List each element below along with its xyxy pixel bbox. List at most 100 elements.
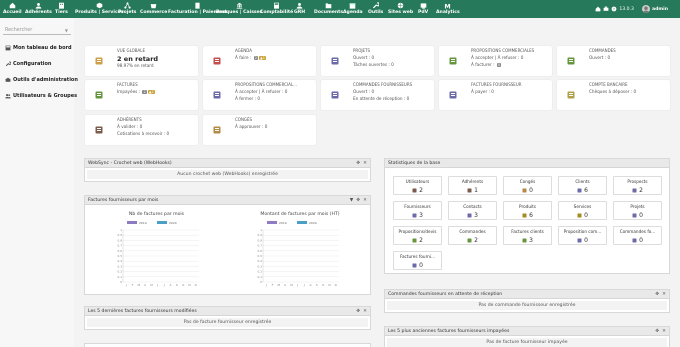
box-line[interactable]: À facturer : 0 (471, 62, 502, 67)
topmenu-item-outils[interactable]: Outils (368, 0, 383, 18)
home-shortcut-icon[interactable] (595, 6, 601, 12)
warning-badge[interactable]: ▲1 (258, 56, 267, 60)
info-box-commandes[interactable]: Commandes Ouvert : 0 (557, 46, 670, 76)
stat-tile-commandes-fo[interactable]: Commandes fo... 0 (613, 226, 662, 245)
close-icon[interactable]: ✕ (363, 309, 367, 314)
box-line[interactable]: À fermer : 0 (235, 96, 260, 101)
topmenu-item-grh[interactable]: GRH (294, 0, 305, 18)
info-box-projets[interactable]: Projets Ouvert : 0 Tâches ouvertes : 0 (321, 46, 434, 76)
stat-tile-adhérents[interactable]: Adhérents 1 (448, 176, 497, 195)
stat-tile-factures-clients[interactable]: Factures clients 3 (503, 226, 552, 245)
info-box-factures-fournisseur[interactable]: Factures fournisseur À payer : 0 (439, 80, 552, 110)
legend-label: 2019 (139, 221, 147, 225)
box-line[interactable]: Cotisations à recevoir : 0 (117, 131, 169, 136)
info-box-propositions-commercial[interactable]: Propositions commercial... À accepter | À… (203, 80, 316, 110)
stat-tile-services[interactable]: Services 0 (558, 201, 607, 220)
project-icon (330, 56, 340, 66)
topmenu-item-produits-services[interactable]: Produits | Services (75, 0, 124, 18)
box-title: Projets (353, 48, 371, 53)
stat-tile-propositions-devis[interactable]: Propositions/devis 2 (393, 226, 442, 245)
y-tick-label: 0.3 (258, 264, 263, 268)
close-icon[interactable]: ✕ (363, 198, 367, 203)
topmenu-item-adhérents[interactable]: Adhérents (25, 0, 52, 18)
user-name[interactable]: admin (652, 7, 668, 12)
topmenu-item-accueil[interactable]: Accueil (3, 0, 22, 18)
box-big-value[interactable]: 2 en retard (117, 55, 158, 63)
box-line[interactable]: Impayées : 2 ▲2 (117, 89, 155, 94)
box-line[interactable]: À approuver : 0 (235, 124, 267, 129)
avatar[interactable] (641, 5, 650, 13)
topmenu-label: Sites web (388, 10, 414, 15)
info-box-vue-globale[interactable]: Vue globale 2 en retard 98.97% en retard (85, 46, 198, 76)
close-icon[interactable]: ✕ (363, 161, 367, 166)
move-icon[interactable]: ✥ (655, 329, 659, 334)
topmenu-item-documents[interactable]: Documents (314, 0, 343, 18)
box-line[interactable]: 98.97% en retard (117, 63, 154, 68)
stat-tile-contacts[interactable]: Contacts 3 (448, 201, 497, 220)
customer-icon (577, 188, 582, 193)
stat-tile-factures-fourni[interactable]: Factures fourni... 0 (393, 251, 442, 270)
warning-badge[interactable]: ▲2 (147, 90, 155, 94)
x-tick-label: S (316, 283, 318, 287)
move-icon[interactable]: ✥ (356, 198, 360, 203)
close-icon[interactable]: ✕ (662, 292, 666, 297)
topmenu-item-analytics[interactable]: M Analytics (436, 0, 460, 18)
info-box-commandes-fournisseurs[interactable]: Commandes fournisseurs Ouvert : 0 En atten… (321, 80, 434, 110)
info-box-compte-bancaire[interactable]: Compte bancaire Chèques à déposer : 0 (557, 80, 670, 110)
search-input[interactable]: Rechercher ▼ (3, 26, 71, 35)
move-icon[interactable]: ✥ (356, 309, 360, 314)
filter-icon[interactable]: ▼ (350, 198, 354, 203)
topmenu-item-tiers[interactable]: Tiers (55, 0, 68, 18)
box-line[interactable]: À faire : 2 ▲1 (235, 55, 267, 60)
info-box-agenda[interactable]: Agenda À faire : 2 ▲1 (203, 46, 316, 76)
badge[interactable]: 0 (496, 63, 502, 67)
stat-tile-projets[interactable]: Projets 0 (613, 201, 662, 220)
box-line[interactable]: En attente de réception : 0 (353, 96, 409, 101)
stat-tile-produits[interactable]: Produits 6 (503, 201, 552, 220)
move-icon[interactable]: ✥ (655, 292, 659, 297)
stat-tile-congés[interactable]: Congés 0 (503, 176, 552, 195)
help-icon[interactable]: ? (611, 6, 617, 12)
box-line[interactable]: Ouvert : 0 (353, 89, 374, 94)
close-icon[interactable]: ✕ (662, 329, 666, 334)
info-box-adhérents[interactable]: Adhérents À valider : 0 Cotisations à rece… (85, 115, 198, 145)
box-line[interactable]: À valider : 0 (117, 124, 142, 129)
stat-tile-fournisseurs[interactable]: Fournisseurs 3 (393, 201, 442, 220)
box-line[interactable]: Chèques à déposer : 0 (589, 89, 636, 94)
sidebar-item-dashboard[interactable]: Mon tableau de bord (5, 45, 72, 51)
badge[interactable]: 2 (253, 56, 258, 60)
stat-tile-prospects[interactable]: Prospects 2 (613, 176, 662, 195)
box-line[interactable]: À accepter | À refuser : 0 (235, 89, 287, 94)
sidebar-item-label: Mon tableau de bord (13, 45, 72, 51)
box-line[interactable]: Ouvert : 0 (353, 55, 374, 60)
stat-value: 0 (639, 212, 643, 219)
stat-tile-clients[interactable]: Clients 6 (558, 176, 607, 195)
stat-tile-commandes[interactable]: Commandes 2 (448, 226, 497, 245)
box-line[interactable]: À accepter | À refuser : 0 (471, 55, 523, 60)
sidebar-item-users-groups[interactable]: Utilisateurs & Groupes (5, 93, 77, 99)
invoice-amount-chart: 2019 202010.90.80.70.60.50.40.30.20.10J F M… (258, 221, 339, 287)
stat-tile-utilisateurs[interactable]: Utilisateurs 2 (393, 176, 442, 195)
box-line[interactable]: Ouvert : 0 (589, 55, 610, 60)
sidebar: Rechercher ▼ Mon tableau de bord Configu… (0, 18, 78, 347)
box-line[interactable]: Tâches ouvertes : 0 (353, 62, 394, 67)
topmenu-item-commerce[interactable]: Commerce (140, 0, 167, 18)
badge[interactable]: 2 (142, 90, 147, 94)
topmenu-item-agenda[interactable]: Agenda (343, 0, 363, 18)
panel-title: WebSync - Crochet web (WebHooks) (88, 160, 172, 166)
print-icon[interactable] (603, 6, 609, 12)
sidebar-item-configuration[interactable]: Configuration (5, 61, 51, 67)
info-box-propositions-commerciales[interactable]: Propositions commerciales À accepter | À … (439, 46, 552, 76)
topmenu-item-pdv[interactable]: PdV (418, 0, 428, 18)
move-icon[interactable]: ✥ (356, 161, 360, 166)
box-line[interactable]: À payer : 0 (471, 89, 494, 94)
stat-tile-proposition-com[interactable]: Proposition com... 0 (558, 226, 607, 245)
sidebar-item-admin-tools[interactable]: Outils d'administration (5, 77, 78, 83)
topmenu-item-banques-caisses[interactable]: Banques | Caisses (216, 0, 263, 18)
topmenu-item-projets[interactable]: Projets (118, 0, 136, 18)
topmenu-item-sites-web[interactable]: Sites web (388, 0, 413, 18)
info-box-congés[interactable]: Congés À approuver : 0 (203, 115, 316, 145)
info-box-factures[interactable]: Factures Impayées : 2 ▲2 (85, 80, 198, 110)
topmenu-item-comptabilité[interactable]: Comptabilité (260, 0, 293, 18)
stat-value: 0 (529, 187, 533, 194)
